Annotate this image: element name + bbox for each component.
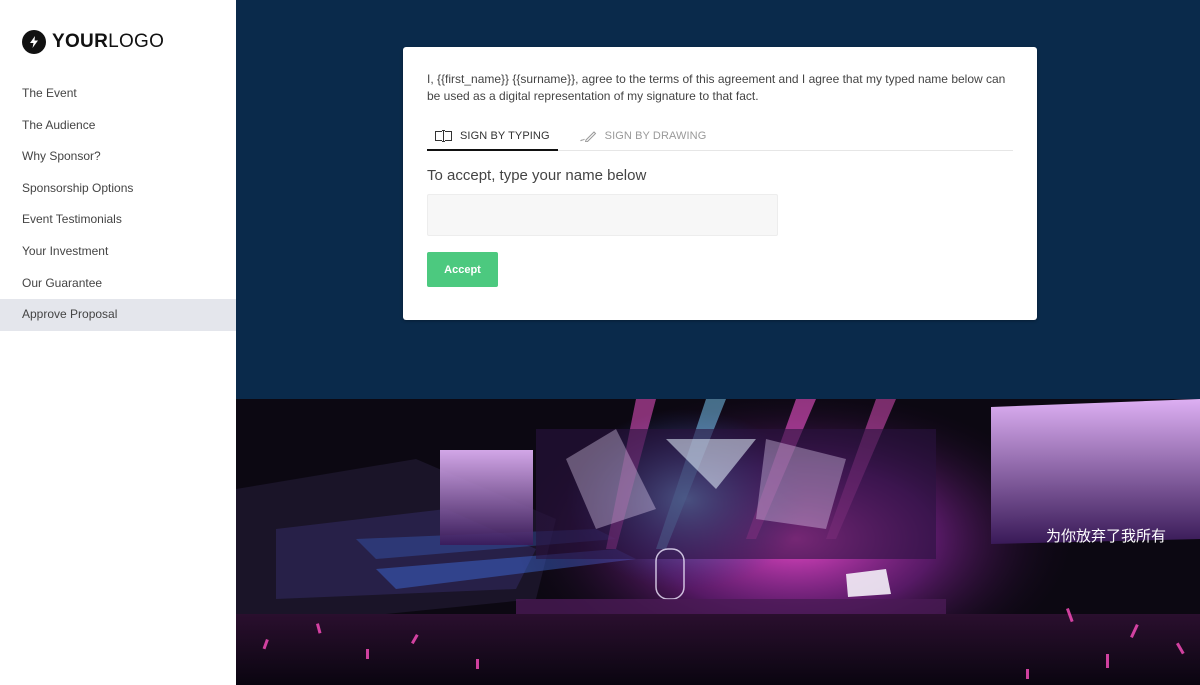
logo-text: YOURLOGO [52, 31, 165, 52]
tab-label: SIGN BY DRAWING [604, 130, 707, 142]
agreement-text: I, {{first_name}} {{surname}}, agree to … [427, 72, 1006, 103]
tab-sign-by-drawing[interactable]: SIGN BY DRAWING [572, 122, 715, 150]
sidebar-item-approve-proposal[interactable]: Approve Proposal [0, 299, 236, 331]
logo[interactable]: YOURLOGO [22, 30, 164, 54]
pen-icon [579, 131, 596, 142]
tab-sign-by-typing[interactable]: SIGN BY TYPING [427, 122, 558, 151]
concert-photo-art: 为你放弃了我所有 [236, 399, 1200, 685]
sidebar-item-event-testimonials[interactable]: Event Testimonials [0, 204, 236, 236]
accept-prompt: To accept, type your name below [427, 167, 647, 184]
signature-tabs: SIGN BY TYPING SIGN BY DRAWING [427, 122, 1013, 151]
sidebar-item-the-event[interactable]: The Event [0, 78, 236, 110]
signature-name-input[interactable] [427, 194, 778, 236]
lightning-bolt-icon [22, 30, 46, 54]
accept-button[interactable]: Accept [427, 252, 498, 287]
sidebar-item-your-investment[interactable]: Your Investment [0, 236, 236, 268]
sidebar-item-why-sponsor[interactable]: Why Sponsor? [0, 141, 236, 173]
sidebar-item-sponsorship-options[interactable]: Sponsorship Options [0, 173, 236, 205]
sidebar-nav: The Event The Audience Why Sponsor? Spon… [0, 78, 236, 331]
sidebar-item-the-audience[interactable]: The Audience [0, 110, 236, 142]
sidebar-item-our-guarantee[interactable]: Our Guarantee [0, 268, 236, 300]
signature-card: I, {{first_name}} {{surname}}, agree to … [403, 47, 1037, 320]
tab-label: SIGN BY TYPING [460, 129, 550, 142]
text-cursor-icon [435, 129, 452, 142]
sidebar: YOURLOGO The Event The Audience Why Spon… [0, 0, 236, 685]
concert-photo: 为你放弃了我所有 [236, 399, 1200, 685]
screen-caption: 为你放弃了我所有 [1046, 527, 1166, 545]
